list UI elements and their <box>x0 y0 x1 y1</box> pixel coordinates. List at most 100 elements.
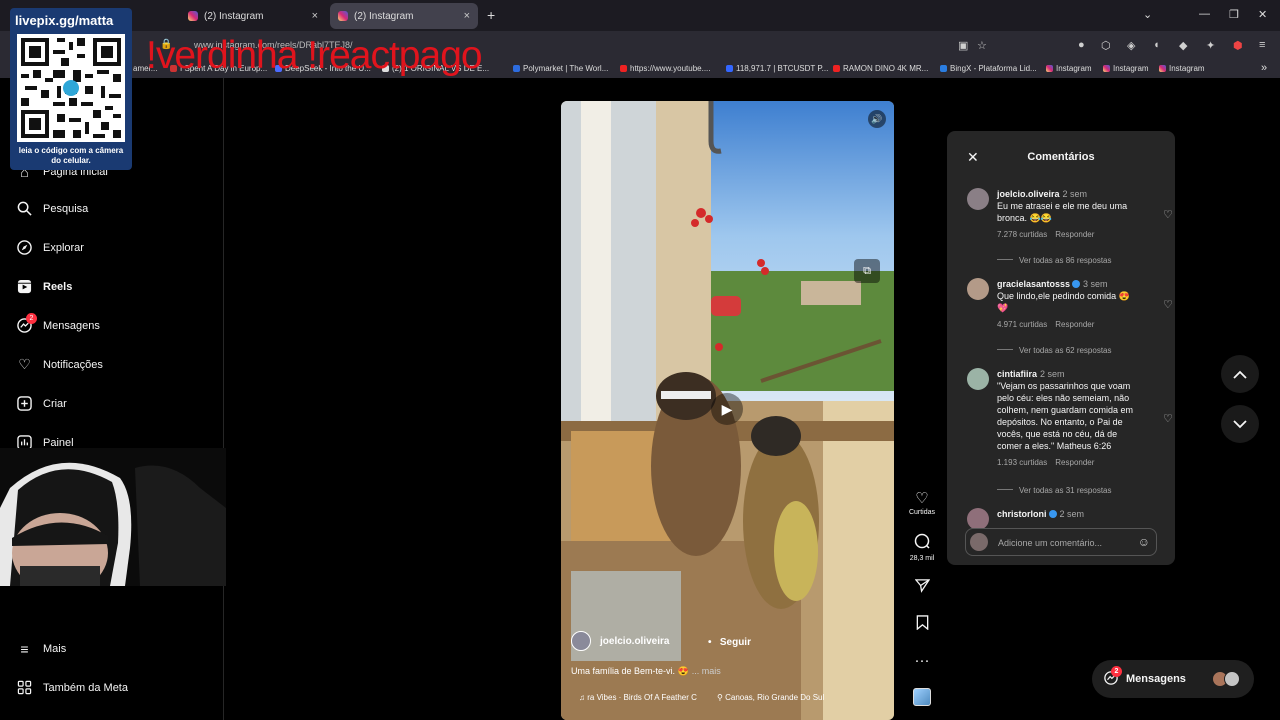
bookmark-item[interactable]: Polymarket | The Worl... <box>513 64 608 73</box>
follow-button[interactable]: • Seguir <box>708 637 751 648</box>
play-icon[interactable]: ▶ <box>711 393 743 425</box>
qr-code-image <box>17 34 125 142</box>
bookmark-item[interactable]: RAMON DINO 4K MR... <box>833 64 928 73</box>
sidebar-item-create[interactable]: Criar <box>16 395 67 412</box>
bookmark-item[interactable]: Instagram <box>1103 64 1149 73</box>
browser-tab-active[interactable]: (2) Instagram × <box>330 3 478 29</box>
avatar[interactable] <box>571 631 591 651</box>
chevron-up-icon <box>1233 370 1247 379</box>
bookmark-item[interactable]: Instagram <box>1159 64 1205 73</box>
emoji-icon[interactable]: ☺ <box>1138 535 1150 549</box>
like-comment-heart-icon[interactable]: ♡ <box>1163 208 1173 221</box>
extension-icon[interactable]: ● <box>1078 39 1085 51</box>
chevron-down-icon <box>1233 419 1247 428</box>
heart-icon: ♡ <box>18 356 31 372</box>
avatar[interactable] <box>967 508 989 530</box>
comment-meta: 1.193 curtidas Responder <box>997 457 1139 469</box>
new-tab-button[interactable]: + <box>487 7 495 23</box>
like-button[interactable]: ♡ Curtidas <box>898 489 946 516</box>
compass-icon <box>16 239 33 256</box>
comment-likes: 7.278 curtidas <box>997 230 1048 239</box>
verified-badge-icon <box>1072 280 1081 288</box>
instagram-favicon-icon <box>188 11 198 21</box>
sidebar-item-search[interactable]: Pesquisa <box>16 200 88 217</box>
bookmark-item[interactable]: 118,971.7 | BTCUSDT P... <box>726 64 828 73</box>
instagram-favicon-icon <box>338 11 348 21</box>
qr-title: livepix.gg/matta <box>15 13 114 28</box>
save-button[interactable] <box>898 615 946 634</box>
minimize-icon[interactable]: — <box>1199 8 1210 20</box>
add-comment-field[interactable]: Adicione um comentário... ☺ <box>965 528 1157 556</box>
comment-username[interactable]: cintiafiira <box>997 369 1037 379</box>
share-button[interactable] <box>898 578 946 597</box>
reader-view-icon[interactable]: ▣ <box>958 39 968 52</box>
browser-tab[interactable]: (2) Instagram × <box>180 3 326 29</box>
comment-button[interactable]: 28,3 mil <box>898 533 946 562</box>
shield-icon[interactable]: ◈ <box>1127 39 1135 52</box>
extension-icon[interactable]: ✦ <box>1206 39 1215 52</box>
youtube-icon <box>620 65 627 72</box>
avatar[interactable] <box>967 368 989 390</box>
reel-author[interactable]: joelcio.oliveira <box>571 631 669 651</box>
like-comment-heart-icon[interactable]: ♡ <box>1163 412 1173 425</box>
caption-more-link[interactable]: ... mais <box>692 666 721 676</box>
close-tab-icon[interactable]: × <box>464 10 470 22</box>
tab-list-chevron-icon[interactable]: ⌄ <box>1143 8 1152 21</box>
avatar[interactable] <box>967 188 989 210</box>
comment-body: cintiafiira 2 sem "Vejam os passarinhos q… <box>997 368 1139 469</box>
extension-icon[interactable]: ⬡ <box>1101 39 1111 52</box>
view-replies-link[interactable]: Ver todas as 31 respostas <box>997 486 1112 495</box>
picture-in-picture-icon[interactable]: ⧉ <box>854 259 880 283</box>
reel-location[interactable]: ⚲ Canoas, Rio Grande Do Sul <box>717 693 824 702</box>
avatar[interactable] <box>967 278 989 300</box>
close-tab-icon[interactable]: × <box>312 10 318 22</box>
meta-grid-icon <box>16 679 33 696</box>
reel-video[interactable]: 🔊 ⧉ ▶ joelcio.oliveira • Seguir Uma famí… <box>561 101 894 720</box>
comment-username[interactable]: christorloni <box>997 509 1047 519</box>
maximize-icon[interactable]: ❐ <box>1229 8 1239 21</box>
reply-button[interactable]: Responder <box>1055 320 1094 329</box>
reel-audio[interactable]: ♫ ra Vibes · Birds Of A Feather C <box>579 693 697 702</box>
close-window-icon[interactable]: ✕ <box>1258 8 1267 21</box>
bookmark-item[interactable]: Instagram <box>1046 64 1092 73</box>
sidebar-item-label: Explorar <box>43 241 84 254</box>
author-username[interactable]: joelcio.oliveira <box>600 636 669 647</box>
speaker-icon[interactable]: 🔊 <box>868 110 886 128</box>
speaker-icon[interactable]: ◖ <box>1153 39 1160 51</box>
like-comment-heart-icon[interactable]: ♡ <box>1163 298 1173 311</box>
previous-reel-button[interactable] <box>1221 355 1259 393</box>
reel-caption: Uma família de Bem-te-vi. 😍... mais <box>571 666 721 677</box>
reels-icon <box>16 278 33 295</box>
next-reel-button[interactable] <box>1221 405 1259 443</box>
send-icon <box>898 578 946 597</box>
sidebar-item-explore[interactable]: Explorar <box>16 239 84 256</box>
comment-text: Eu me atrasei e ele me deu uma bronca. 😂… <box>997 201 1128 223</box>
reply-button[interactable]: Responder <box>1055 230 1094 239</box>
menu-icon[interactable]: ≡ <box>1259 39 1265 51</box>
bookmarks-overflow-icon[interactable]: » <box>1261 62 1267 74</box>
view-replies-link[interactable]: Ver todas as 62 respostas <box>997 346 1112 355</box>
view-replies-link[interactable]: Ver todas as 86 respostas <box>997 256 1112 265</box>
sidebar-item-messages[interactable]: 2 Mensagens <box>16 313 100 334</box>
sidebar-item-reels[interactable]: Reels <box>16 278 72 295</box>
comment-username[interactable]: joelcio.oliveira <box>997 189 1060 199</box>
bookmark-item[interactable]: https://www.youtube.... <box>620 64 710 73</box>
more-dots-icon: ··· <box>914 652 930 669</box>
reply-button[interactable]: Responder <box>1055 458 1094 467</box>
bookmark-star-icon[interactable]: ☆ <box>977 39 987 52</box>
instagram-favicon-icon <box>1103 65 1110 72</box>
comment-username[interactable]: gracielasantosss <box>997 279 1070 289</box>
livepix-qr-overlay: livepix.gg/matta leia o código com a câm… <box>10 8 132 170</box>
more-options-button[interactable]: ··· <box>898 652 946 669</box>
sidebar-item-notifications[interactable]: ♡ Notificações <box>16 356 103 373</box>
sidebar-item-more[interactable]: ≡ Mais <box>16 640 66 657</box>
messages-floating-button[interactable]: 2 Mensagens <box>1092 660 1254 698</box>
caption-text: Uma família de Bem-te-vi. 😍 <box>571 666 689 676</box>
plus-square-icon <box>16 395 33 412</box>
bookmark-item[interactable]: BingX - Plataforma Lid... <box>940 64 1037 73</box>
sidebar-item-also-from-meta[interactable]: Também da Meta <box>16 679 128 696</box>
extension-icon[interactable]: ◆ <box>1179 39 1187 52</box>
audio-thumbnail[interactable] <box>913 688 931 706</box>
comment-item: joelcio.oliveira 2 sem Eu me atrasei e el… <box>967 188 1173 268</box>
adblock-icon[interactable]: ⬢ <box>1233 39 1243 52</box>
